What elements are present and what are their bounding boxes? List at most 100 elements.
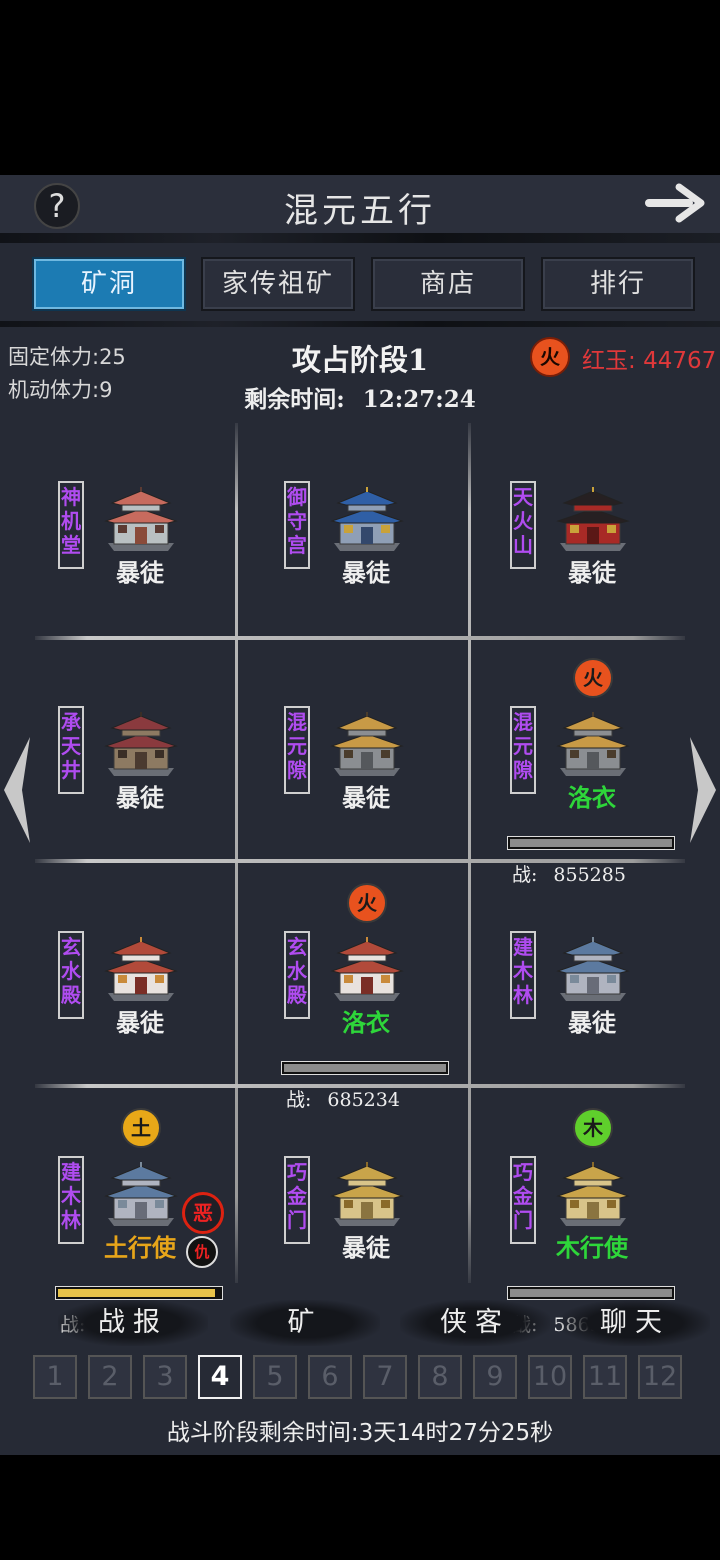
remaining-label: 剩余时间: xyxy=(244,386,345,413)
tab-ancestral-mine[interactable]: 家传祖矿 xyxy=(201,257,355,311)
hp-bar-fill xyxy=(510,839,672,847)
page-title: 混元五行 xyxy=(284,191,436,231)
mine-owner-name: 暴徒 xyxy=(116,559,164,587)
mine-name-label: 建木林 xyxy=(510,931,536,1019)
white-red-palace-building-icon xyxy=(328,935,406,1005)
stone-fortress-building-icon xyxy=(554,935,632,1005)
element-badge-icon: 土 xyxy=(121,1108,161,1148)
mine-owner-name: 洛衣 xyxy=(342,1009,390,1037)
remaining-time: 12:27:24 xyxy=(362,386,476,413)
mine-name-label: 巧金门 xyxy=(510,1156,536,1244)
blue-palace-building-icon xyxy=(328,485,406,555)
mine-owner-name: 洛衣 xyxy=(568,784,616,812)
mine-owner-name: 暴徒 xyxy=(568,559,616,587)
red-jade-label: 红玉: xyxy=(582,348,636,374)
element-badge-icon: 火 xyxy=(573,658,613,698)
battle-report-button[interactable]: 战报 xyxy=(58,1300,208,1346)
page-button-2[interactable]: 2 xyxy=(88,1355,132,1399)
combat-power: 战: 685234 xyxy=(286,1085,456,1112)
game-screen: ? 混元五行 矿洞 家传祖矿 商店 排行 固定体力:25 机动体力:9 攻占阶段… xyxy=(0,175,720,1455)
mine-owner-name: 暴徒 xyxy=(116,784,164,812)
mine-button[interactable]: 矿 xyxy=(230,1300,380,1346)
mine-cell[interactable]: 承天井 暴徒 xyxy=(10,670,236,895)
arrow-right-icon[interactable] xyxy=(645,181,707,225)
element-badge-icon: 木 xyxy=(573,1108,613,1148)
element-badge-icon: 火 xyxy=(347,883,387,923)
mine-owner-name: 暴徒 xyxy=(342,784,390,812)
combat-power-label: 战: xyxy=(512,864,538,886)
garrison-hp-bar xyxy=(281,1061,449,1075)
page-button-6[interactable]: 6 xyxy=(308,1355,352,1399)
page-button-8[interactable]: 8 xyxy=(418,1355,462,1399)
page-button-4[interactable]: 4 xyxy=(198,1355,242,1399)
brown-gate-building-icon xyxy=(102,710,180,780)
mine-cell[interactable]: 御守宫 暴徒 xyxy=(236,445,462,670)
page-button-7[interactable]: 7 xyxy=(363,1355,407,1399)
gray-red-roof-hall-building-icon xyxy=(102,485,180,555)
chat-button[interactable]: 聊天 xyxy=(560,1300,710,1346)
mine-owner-name: 木行使 xyxy=(556,1234,628,1262)
heroes-button[interactable]: 侠客 xyxy=(400,1300,550,1346)
tabs-divider xyxy=(0,321,720,327)
mine-name-label: 天火山 xyxy=(510,481,536,569)
mine-owner-name: 土行使 xyxy=(104,1234,176,1262)
phase-timer: 剩余时间: 12:27:24 xyxy=(0,380,720,414)
tab-shop[interactable]: 商店 xyxy=(371,257,525,311)
combat-power-value: 855285 xyxy=(553,864,626,886)
page-button-5[interactable]: 5 xyxy=(253,1355,297,1399)
mine-cell[interactable]: 建木林 暴徒 xyxy=(462,895,688,1120)
tab-mine-cave[interactable]: 矿洞 xyxy=(32,257,186,311)
mine-cell[interactable]: 神机堂 暴徒 xyxy=(10,445,236,670)
mine-name-label: 玄水殿 xyxy=(58,931,84,1019)
mine-cell[interactable]: 混元隙 洛衣 火战: 855285 xyxy=(462,658,688,895)
red-black-hall-building-icon xyxy=(554,485,632,555)
tab-bar: 矿洞 家传祖矿 商店 排行 xyxy=(0,257,720,313)
mine-owner-name: 暴徒 xyxy=(116,1009,164,1037)
mine-owner-name: 暴徒 xyxy=(342,559,390,587)
garrison-hp-bar xyxy=(507,836,675,850)
page-button-9[interactable]: 9 xyxy=(473,1355,517,1399)
mine-name-label: 巧金门 xyxy=(284,1156,310,1244)
mine-owner-name: 暴徒 xyxy=(342,1234,390,1262)
mine-cell[interactable]: 混元隙 暴徒 xyxy=(236,670,462,895)
mine-cell[interactable]: 玄水殿 洛衣 火战: 685234 xyxy=(236,883,462,1120)
mine-cell[interactable]: 玄水殿 暴徒 xyxy=(10,895,236,1120)
garrison-hp-bar xyxy=(507,1286,675,1300)
mine-name-label: 混元隙 xyxy=(510,706,536,794)
combat-power: 战: 855285 xyxy=(512,860,682,887)
next-page-arrow-icon[interactable] xyxy=(686,735,720,845)
page-selector: 1 2 3 4 5 6 7 8 9 10 11 12 xyxy=(0,1355,720,1401)
mine-name-label: 建木林 xyxy=(58,1156,84,1244)
battle-countdown: 战斗阶段剩余时间:3天14时27分25秒 xyxy=(166,1420,554,1446)
combat-power-value: 685234 xyxy=(327,1089,400,1111)
page-button-11[interactable]: 11 xyxy=(583,1355,627,1399)
mine-name-label: 御守宫 xyxy=(284,481,310,569)
combat-power-label: 战: xyxy=(286,1089,312,1111)
page-button-12[interactable]: 12 xyxy=(638,1355,682,1399)
gray-gate-building-icon xyxy=(328,710,406,780)
red-jade-amount: 44767 xyxy=(643,348,717,374)
mine-name-label: 玄水殿 xyxy=(284,931,310,1019)
page-button-10[interactable]: 10 xyxy=(528,1355,572,1399)
tab-ranking[interactable]: 排行 xyxy=(541,257,695,311)
mine-cell[interactable]: 天火山 暴徒 xyxy=(462,445,688,670)
hp-bar-fill xyxy=(284,1064,446,1072)
mine-name-label: 神机堂 xyxy=(58,481,84,569)
gold-tower-building-icon xyxy=(554,1160,632,1230)
gray-gate-building-icon xyxy=(554,710,632,780)
garrison-hp-bar xyxy=(55,1286,223,1300)
page-button-3[interactable]: 3 xyxy=(143,1355,187,1399)
mine-owner-name: 暴徒 xyxy=(568,1009,616,1037)
white-red-palace-building-icon xyxy=(102,935,180,1005)
fire-element-icon: 火 xyxy=(530,337,570,377)
mine-name-label: 混元隙 xyxy=(284,706,310,794)
hp-bar-fill xyxy=(58,1289,216,1297)
bottom-menu: 战报 矿 侠客 聊天 xyxy=(0,1300,720,1350)
red-jade-counter: 红玉: 44767 xyxy=(582,341,716,375)
stone-fortress-building-icon xyxy=(102,1160,180,1230)
enemy-mark-icon: 仇 xyxy=(186,1236,218,1268)
mine-name-label: 承天井 xyxy=(58,706,84,794)
title-divider xyxy=(0,233,720,243)
page-button-1[interactable]: 1 xyxy=(33,1355,77,1399)
hp-bar-fill xyxy=(510,1289,672,1297)
